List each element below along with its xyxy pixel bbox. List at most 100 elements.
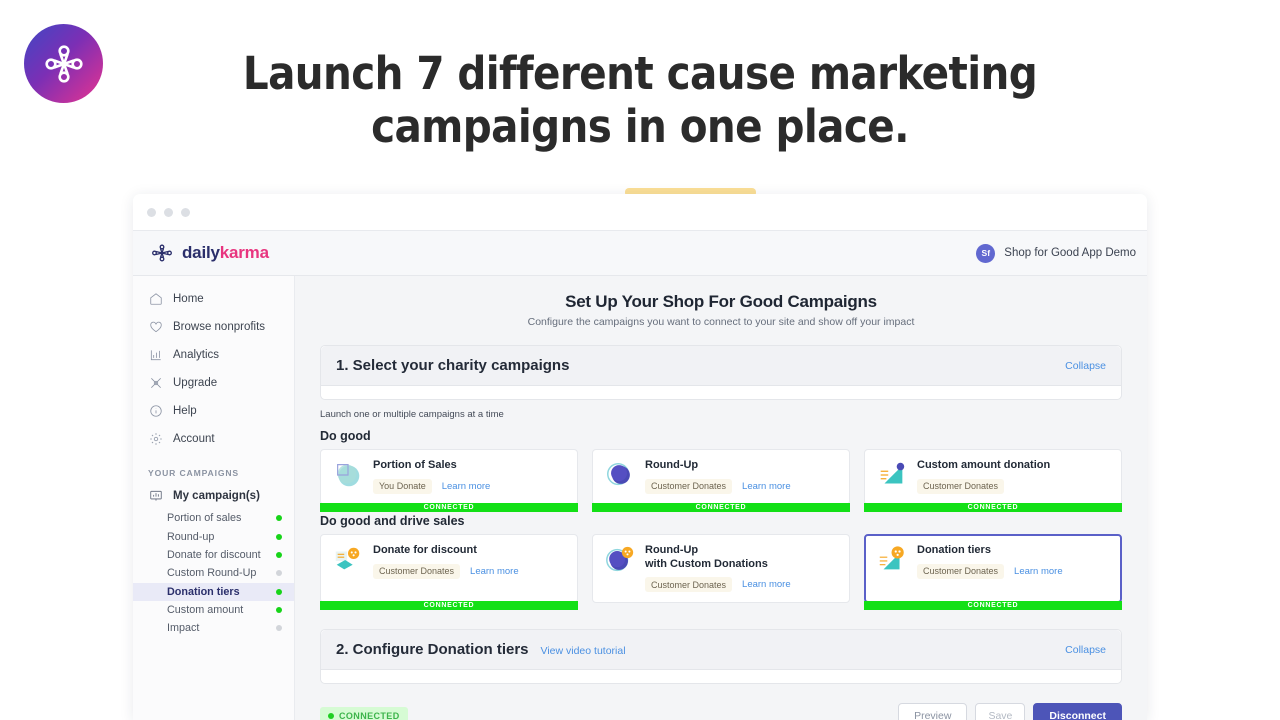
sidebar-item-label: Upgrade [173, 377, 218, 389]
status-dot-icon [328, 713, 334, 720]
sidebar-item-account[interactable]: Account [133, 425, 294, 453]
info-circle-icon [148, 404, 163, 419]
sidebar-campaign-custom-round-up[interactable]: Custom Round-Up [133, 564, 294, 582]
sidebar-item-label: Analytics [173, 349, 220, 361]
roundup-circle-icon [604, 459, 636, 489]
browser-chrome [133, 194, 1147, 231]
status-badge: CONNECTED [320, 707, 408, 720]
status-dot [276, 533, 282, 540]
sidebar-campaign-label: Custom Round-Up [167, 567, 257, 580]
status-dot [276, 515, 282, 522]
sidebar-item-browse-nonprofits[interactable]: Browse nonprofits [133, 313, 294, 341]
campaign-card-learn-more-link[interactable]: Learn more [742, 481, 791, 492]
campaign-card-title: Donate for discount [373, 543, 477, 556]
sidebar-item-home[interactable]: Home [133, 285, 294, 313]
connected-bar: CONNECTED [864, 502, 1122, 512]
sidebar-section-title: YOUR CAMPAIGNS [148, 468, 239, 478]
campaign-card-round-up[interactable]: Round-Up Customer Donates Learn more CON… [592, 449, 850, 512]
sidebar-item-my-campaigns[interactable]: My campaign(s) [133, 485, 294, 509]
sidebar-item-help[interactable]: Help [133, 397, 294, 425]
browser-window: dailykarma Sf Shop for Good App Demo Hom… [133, 194, 1147, 720]
campaign-card-learn-more-link[interactable]: Learn more [442, 481, 491, 492]
sidebar-campaign-label: Round-up [167, 530, 215, 543]
section-2-collapse-link[interactable]: Collapse [1065, 644, 1106, 656]
campaign-card-badge: Customer Donates [917, 478, 1005, 494]
campaign-card-learn-more-link[interactable]: Learn more [1014, 566, 1063, 577]
preview-button[interactable]: Preview [898, 703, 968, 720]
headline-line-2b: in one place. [624, 99, 910, 153]
campaign-card-title: Portion of Sales [373, 459, 457, 471]
campaign-card-donation-tiers[interactable]: Donation tiers Customer Donates Learn mo… [864, 533, 1122, 611]
section-1-collapse-link[interactable]: Collapse [1065, 360, 1106, 372]
campaign-card-meta: Customer Donates Learn more [373, 563, 566, 579]
section-2-header: 2. Configure Donation tiers View video t… [321, 630, 1121, 671]
app-body: Home Browse nonprofits Analytics Upgrade [133, 276, 1147, 720]
custom-amount-icon [876, 459, 908, 489]
presentation-icon [148, 488, 163, 503]
campaign-card-badge: Customer Donates [645, 577, 733, 593]
sidebar-campaign-label: Impact [167, 622, 200, 635]
headline-line-2a: campaigns [371, 99, 625, 153]
sidebar-campaign-donate-for-discount[interactable]: Donate for discount [133, 546, 294, 564]
campaign-card-content: Custom amount donation Customer Donates [917, 459, 1110, 494]
sidebar-campaign-label: Custom amount [167, 604, 244, 617]
sidebar-item-label: Account [173, 433, 215, 445]
campaign-card-custom-amount-donation[interactable]: Custom amount donation Customer Donates … [864, 449, 1122, 512]
campaign-card-learn-more-link[interactable]: Learn more [470, 566, 519, 577]
sidebar-campaign-custom-amount[interactable]: Custom amount [133, 601, 294, 619]
campaign-card-learn-more-link[interactable]: Learn more [742, 579, 791, 590]
sidebar-item-upgrade[interactable]: Upgrade [133, 369, 294, 397]
status-dot [276, 625, 282, 632]
campaign-card-meta: Customer Donates Learn more [645, 478, 838, 494]
section-2-body [321, 670, 1121, 684]
connected-bar: CONNECTED [320, 502, 578, 512]
campaign-card-content: Donation tiers Customer Donates Learn mo… [917, 544, 1110, 579]
roundup-custom-icon [604, 544, 636, 574]
sidebar-campaign-round-up[interactable]: Round-up [133, 527, 294, 545]
campaign-card-content: Round-Up with Custom Donations Customer … [645, 544, 838, 593]
campaign-card-title: Donation tiers [917, 543, 991, 556]
dailykarma-knot-icon [44, 44, 83, 83]
window-close-dot[interactable] [147, 207, 156, 217]
sidebar-campaign-donation-tiers[interactable]: Donation tiers [133, 582, 294, 601]
campaign-card-donate-for-discount[interactable]: Donate for discount Customer Donates Lea… [320, 533, 578, 611]
group-label-do-good: Do good [320, 429, 371, 443]
upgrade-icon [148, 376, 163, 391]
page-subtitle: Configure the campaigns you want to conn… [527, 316, 915, 328]
window-minimize-dot[interactable] [164, 207, 173, 217]
window-maximize-dot[interactable] [181, 207, 190, 217]
gear-icon [148, 432, 163, 447]
campaign-card-meta: Customer Donates [917, 478, 1110, 494]
logo-karma: karma [219, 243, 269, 262]
sidebar-item-analytics[interactable]: Analytics [133, 341, 294, 369]
section-2-title: 2. Configure Donation tiers [336, 641, 529, 659]
campaign-card-badge: Customer Donates [917, 563, 1005, 579]
pie-chart-icon [332, 459, 364, 489]
campaign-card-meta: Customer Donates Learn more [917, 563, 1110, 579]
user-menu[interactable]: Sf Shop for Good App Demo [976, 243, 1136, 263]
action-bar: CONNECTED Preview Save Disconnect [320, 703, 1122, 720]
campaign-card-meta: You Donate Learn more [373, 478, 566, 494]
page-headline: Launch 7 different cause marketing campa… [240, 47, 1040, 197]
action-buttons: Preview Save Disconnect [898, 703, 1122, 720]
disconnect-button[interactable]: Disconnect [1033, 703, 1122, 720]
campaign-card-badge: Customer Donates [373, 563, 461, 579]
group-label-do-good-and-drive-sales: Do good and drive sales [320, 513, 465, 528]
sidebar-campaign-label: Portion of sales [167, 512, 242, 525]
dailykarma-knot-icon [152, 244, 172, 262]
heart-icon [148, 320, 163, 335]
campaign-card-content: Donate for discount Customer Donates Lea… [373, 544, 566, 579]
save-button[interactable]: Save [975, 703, 1026, 720]
campaign-card-content: Portion of Sales You Donate Learn more [373, 459, 566, 494]
app-logo[interactable]: dailykarma [150, 243, 269, 263]
sidebar-campaign-portion-of-sales[interactable]: Portion of sales [133, 509, 294, 527]
campaign-card-round-up-with-custom-donations[interactable]: Round-Up with Custom Donations Customer … [592, 533, 850, 604]
main-content: Set Up Your Shop For Good Campaigns Conf… [295, 276, 1147, 720]
section-1-helper-text: Launch one or multiple campaigns at a ti… [320, 409, 504, 420]
status-dot [276, 607, 282, 614]
status-dot [276, 570, 282, 577]
sidebar-campaign-impact[interactable]: Impact [133, 619, 294, 637]
campaign-card-portion-of-sales[interactable]: Portion of Sales You Donate Learn more C… [320, 449, 578, 512]
section-2-header-left: 2. Configure Donation tiers View video t… [336, 641, 626, 658]
view-video-tutorial-link[interactable]: View video tutorial [541, 645, 626, 657]
